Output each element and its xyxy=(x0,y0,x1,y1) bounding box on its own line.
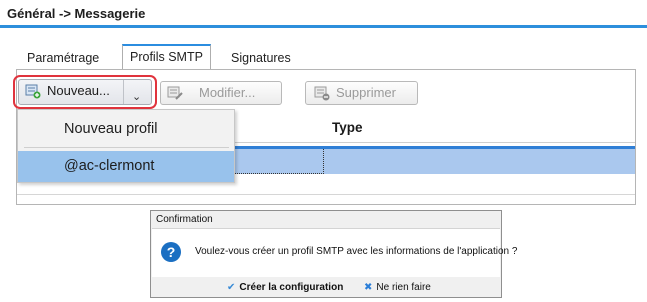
grid-header: Type xyxy=(233,116,635,143)
delete-button-label: Supprimer xyxy=(336,85,396,100)
tab-signatures[interactable]: Signatures xyxy=(224,46,298,70)
page-title: Général -> Messagerie xyxy=(7,6,146,21)
column-header-type[interactable]: Type xyxy=(332,120,363,135)
new-dropdown-menu: Nouveau profil @ac-clermont xyxy=(17,109,235,183)
menu-item-nouveau-profil[interactable]: Nouveau profil xyxy=(18,114,234,145)
tab-profils-smtp[interactable]: Profils SMTP xyxy=(122,44,211,70)
delete-button[interactable]: Supprimer xyxy=(305,81,418,105)
cancel-icon: ✖ xyxy=(364,282,373,293)
do-nothing-button[interactable]: ✖ Ne rien faire xyxy=(364,282,431,293)
do-nothing-label: Ne rien faire xyxy=(376,282,431,293)
modify-button-label: Modifier... xyxy=(199,85,256,100)
menu-item-ac-clermont[interactable]: @ac-clermont xyxy=(18,151,234,182)
dialog-message: Voulez-vous créer un profil SMTP avec le… xyxy=(195,246,518,257)
grid-divider xyxy=(17,194,635,195)
focused-cell[interactable] xyxy=(224,149,324,174)
highlight-outline xyxy=(13,75,157,109)
tab-parametrage[interactable]: Paramétrage xyxy=(20,46,106,70)
title-underline xyxy=(0,25,647,28)
menu-separator xyxy=(24,147,229,148)
edit-profile-icon xyxy=(167,86,183,100)
question-icon: ? xyxy=(161,242,181,262)
check-icon: ✔ xyxy=(227,282,236,293)
modify-button[interactable]: Modifier... xyxy=(160,81,282,105)
tab-strip: Paramétrage Profils SMTP Signatures xyxy=(16,44,636,70)
confirmation-dialog: Confirmation ? Voulez-vous créer un prof… xyxy=(150,210,517,298)
create-config-label: Créer la configuration xyxy=(239,282,344,293)
dialog-title: Confirmation xyxy=(156,214,213,225)
create-config-button[interactable]: ✔ Créer la configuration xyxy=(227,282,343,293)
delete-profile-icon xyxy=(314,86,330,101)
dialog-body: ? Voulez-vous créer un profil SMTP avec … xyxy=(152,228,517,277)
